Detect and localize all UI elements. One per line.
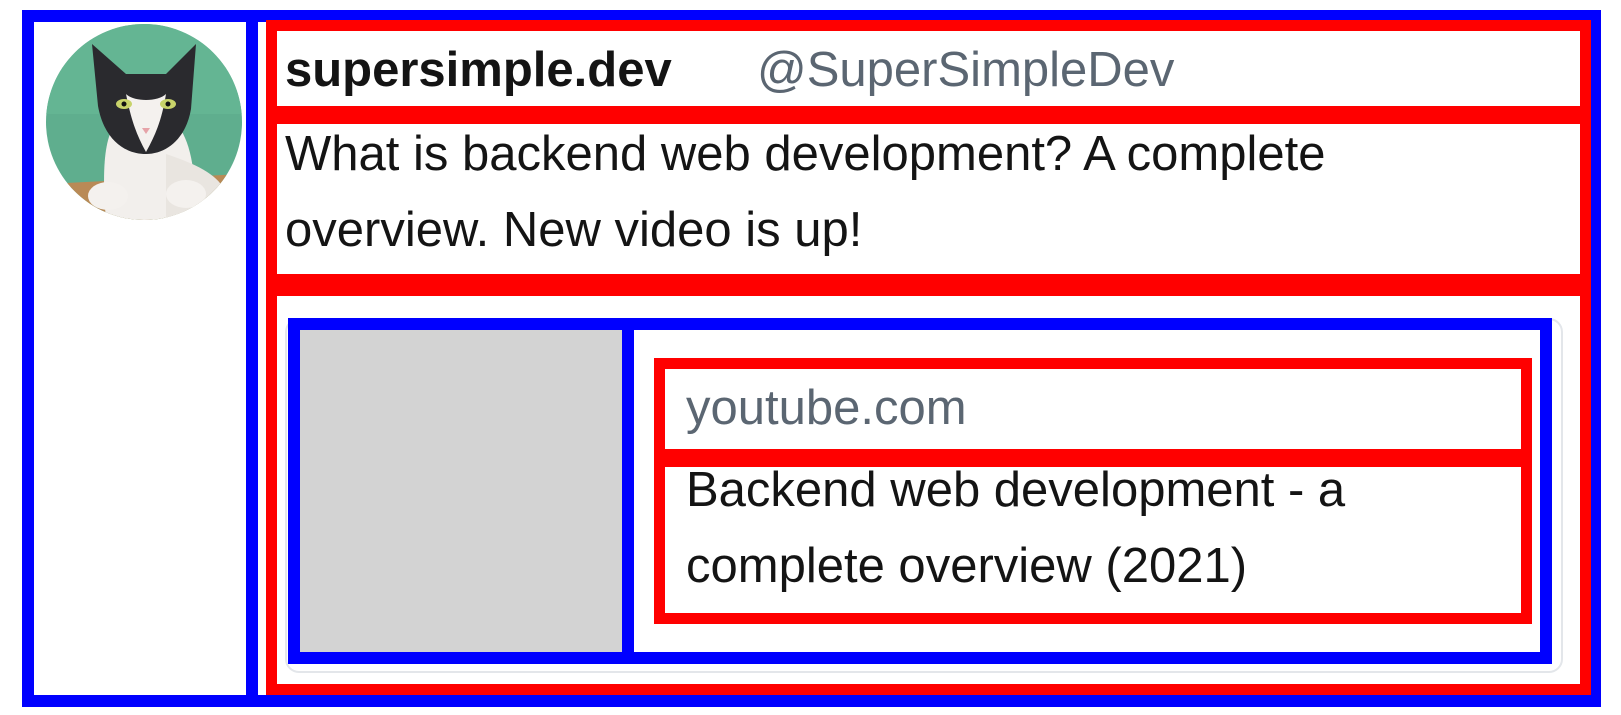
preview-title-line[interactable]: complete overview (2021) xyxy=(686,542,1247,591)
cat-avatar-icon xyxy=(46,24,242,220)
author-name[interactable]: supersimple.dev xyxy=(285,46,672,95)
tweet-text-line: What is backend web development? A compl… xyxy=(285,127,1326,181)
author-handle[interactable]: @SuperSimpleDev xyxy=(757,46,1174,95)
tweet-text-line: overview. New video is up! xyxy=(285,203,863,257)
preview-title-line[interactable]: Backend web development - a xyxy=(686,466,1345,515)
preview-site: youtube.com xyxy=(686,381,967,435)
cat-photo-avatar xyxy=(46,24,242,220)
